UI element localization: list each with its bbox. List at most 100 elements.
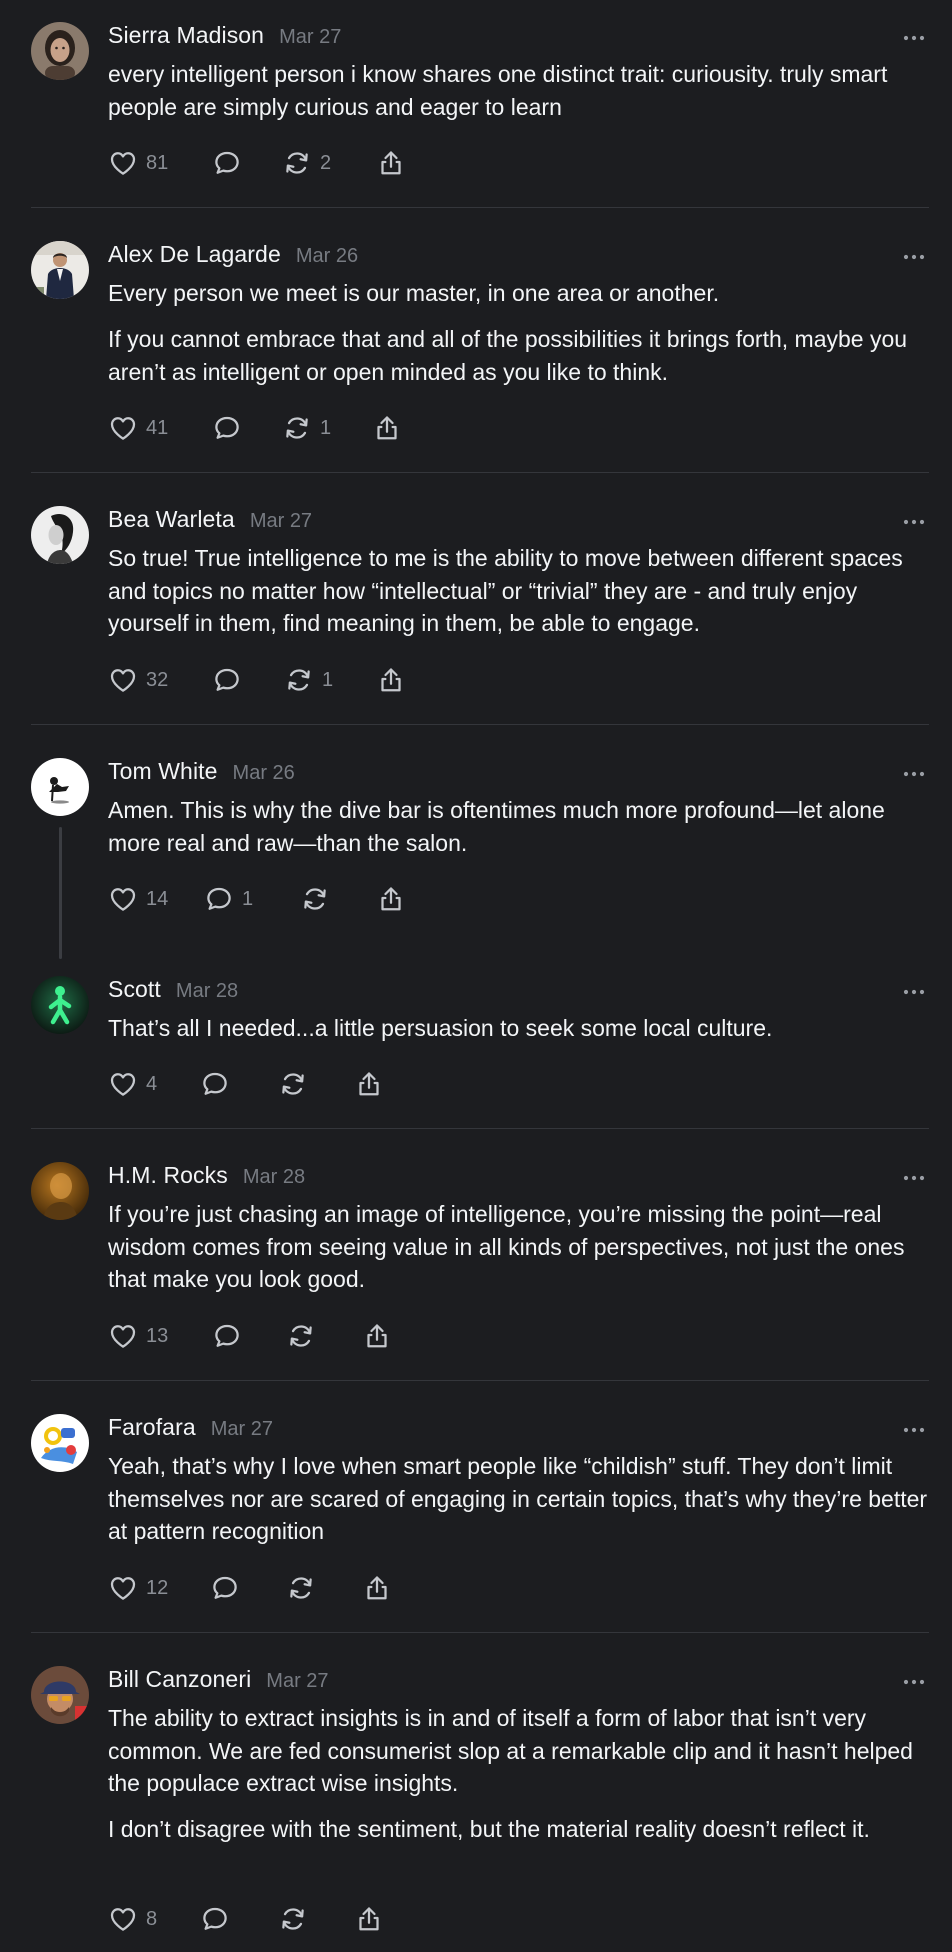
comment-icon [210, 1573, 240, 1603]
post-divider [31, 472, 929, 473]
post-text: Amen. This is why the dive bar is oftent… [108, 797, 885, 856]
username-link[interactable]: H.M. Rocks [108, 1162, 228, 1189]
share-icon [354, 1904, 384, 1934]
share-icon [362, 1321, 392, 1351]
post-date[interactable]: Mar 26 [296, 245, 358, 268]
more-dots-icon [902, 513, 926, 531]
more-options-button[interactable] [900, 1420, 928, 1440]
post-date[interactable]: Mar 26 [233, 762, 295, 785]
like-button[interactable]: 12 [108, 1571, 168, 1605]
reply-button[interactable] [212, 663, 242, 697]
post-text: Yeah, that’s why I love when smart peopl… [108, 1453, 928, 1544]
likes-count: 81 [146, 151, 169, 174]
heart-icon [108, 1904, 138, 1934]
username-link[interactable]: Sierra Madison [108, 22, 264, 49]
like-button[interactable]: 32 [108, 663, 168, 697]
repost-button[interactable]: 1 [284, 663, 333, 697]
username-link[interactable]: Alex De Lagarde [108, 241, 281, 268]
repost-icon [286, 1573, 316, 1603]
comment-icon [204, 884, 234, 914]
more-options-button[interactable] [900, 512, 928, 532]
reply-button[interactable] [212, 411, 242, 445]
post-header: Farofara Mar 27 [108, 1414, 273, 1446]
repost-button[interactable]: 1 [282, 411, 331, 445]
like-button[interactable]: 81 [108, 146, 168, 180]
avatar-sierra-madison[interactable] [31, 22, 89, 80]
likes-count: 41 [146, 416, 169, 439]
post-header: Alex De Lagarde Mar 26 [108, 241, 358, 273]
likes-count: 8 [146, 1907, 158, 1930]
like-button[interactable]: 4 [108, 1067, 157, 1101]
post-header: Tom White Mar 26 [108, 758, 295, 790]
more-options-button[interactable] [900, 982, 928, 1002]
reply-button[interactable] [200, 1067, 230, 1101]
like-button[interactable]: 41 [108, 411, 168, 445]
repost-button[interactable] [286, 1571, 316, 1605]
repost-icon [286, 1321, 316, 1351]
share-button[interactable] [376, 663, 406, 697]
repost-icon [278, 1069, 308, 1099]
avatar-alex-de-lagarde[interactable] [31, 241, 89, 299]
more-dots-icon [902, 1169, 926, 1187]
post-date[interactable]: Mar 27 [279, 26, 341, 49]
share-button[interactable] [372, 411, 402, 445]
like-button[interactable]: 13 [108, 1319, 168, 1353]
heart-icon [108, 884, 138, 914]
reply-button[interactable]: 1 [204, 882, 253, 916]
repost-button[interactable]: 2 [282, 146, 331, 180]
more-options-button[interactable] [900, 247, 928, 267]
username-link[interactable]: Bill Canzoneri [108, 1666, 251, 1693]
avatar-scott[interactable] [31, 976, 89, 1034]
more-options-button[interactable] [900, 1672, 928, 1692]
repost-button[interactable] [300, 882, 330, 916]
reply-button[interactable] [210, 1571, 240, 1605]
share-icon [372, 413, 402, 443]
post-text: The ability to extract insights is in an… [108, 1705, 913, 1796]
avatar-hm-rocks[interactable] [31, 1162, 89, 1220]
more-options-button[interactable] [900, 1168, 928, 1188]
like-button[interactable]: 14 [108, 882, 168, 916]
share-button[interactable] [362, 1319, 392, 1353]
avatar-bill-canzoneri[interactable] [31, 1666, 89, 1724]
post-text: Every person we meet is our master, in o… [108, 280, 720, 306]
more-dots-icon [902, 983, 926, 1001]
more-options-button[interactable] [900, 764, 928, 784]
username-link[interactable]: Bea Warleta [108, 506, 235, 533]
heart-icon [108, 1573, 138, 1603]
avatar-bea-warleta[interactable] [31, 506, 89, 564]
repost-button[interactable] [278, 1902, 308, 1936]
post-text: That’s all I needed...a little persuasio… [108, 1015, 773, 1041]
share-button[interactable] [376, 882, 406, 916]
post-text: If you’re just chasing an image of intel… [108, 1201, 905, 1292]
repost-button[interactable] [278, 1067, 308, 1101]
repost-icon [284, 665, 314, 695]
avatar-tom-white[interactable] [31, 758, 89, 816]
reply-button[interactable] [212, 146, 242, 180]
post-date[interactable]: Mar 28 [176, 980, 238, 1003]
likes-count: 32 [146, 668, 169, 691]
username-link[interactable]: Scott [108, 976, 161, 1003]
post-date[interactable]: Mar 27 [250, 510, 312, 533]
post-date[interactable]: Mar 27 [211, 1418, 273, 1441]
share-button[interactable] [354, 1067, 384, 1101]
repost-icon [282, 413, 312, 443]
more-options-button[interactable] [900, 28, 928, 48]
comment-icon [200, 1904, 230, 1934]
reposts-count: 1 [320, 416, 332, 439]
reply-button[interactable] [200, 1902, 230, 1936]
repost-button[interactable] [286, 1319, 316, 1353]
username-link[interactable]: Tom White [108, 758, 218, 785]
more-dots-icon [902, 1421, 926, 1439]
likes-count: 12 [146, 1576, 169, 1599]
avatar-farofara[interactable] [31, 1414, 89, 1472]
username-link[interactable]: Farofara [108, 1414, 196, 1441]
post-date[interactable]: Mar 27 [266, 1670, 328, 1693]
post-header: Scott Mar 28 [108, 976, 238, 1008]
share-button[interactable] [362, 1571, 392, 1605]
post-date[interactable]: Mar 28 [243, 1166, 305, 1189]
share-button[interactable] [354, 1902, 384, 1936]
like-button[interactable]: 8 [108, 1902, 157, 1936]
share-button[interactable] [376, 146, 406, 180]
reply-button[interactable] [212, 1319, 242, 1353]
comment-icon [212, 665, 242, 695]
